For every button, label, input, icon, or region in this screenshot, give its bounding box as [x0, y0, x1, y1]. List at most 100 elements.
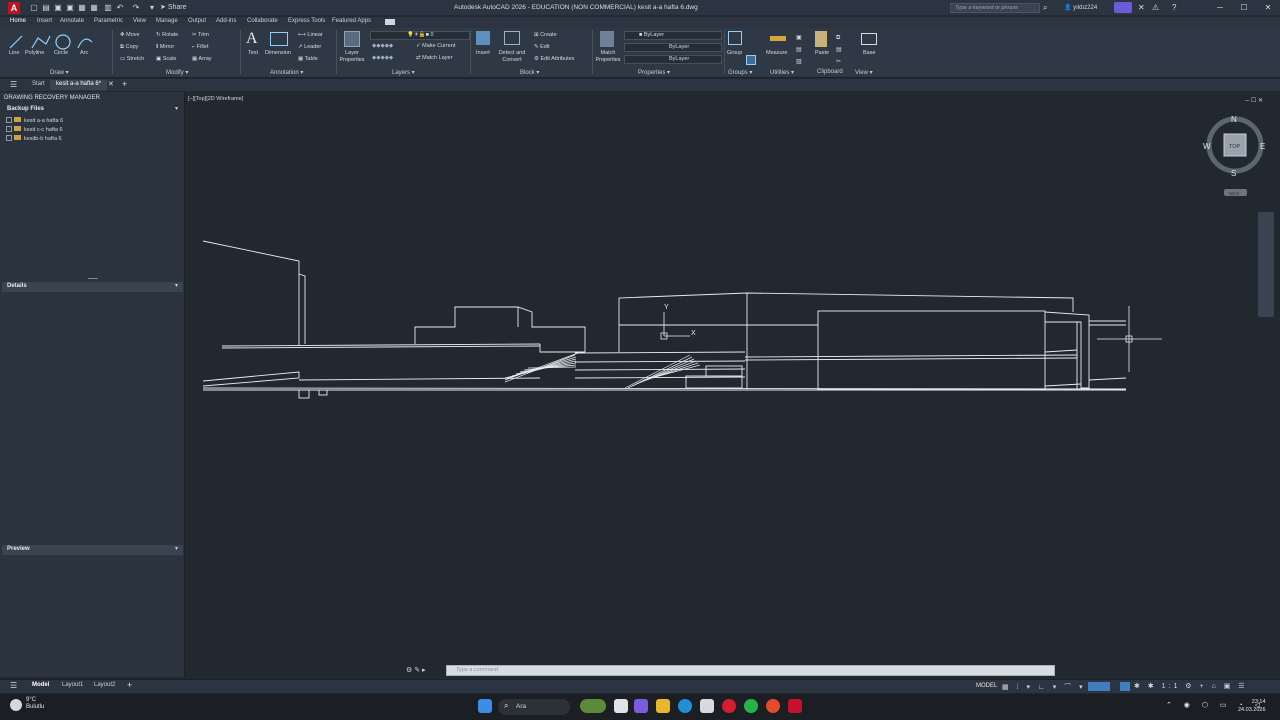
group-button[interactable]: Group [727, 50, 742, 56]
share-button[interactable]: ➤ Share [160, 3, 187, 11]
leader-button[interactable]: ↗ Leader [298, 44, 321, 50]
viewcube-east[interactable]: E [1260, 142, 1265, 151]
line-button[interactable]: Line [9, 50, 19, 56]
layer-tools-row-2[interactable]: ◆◆◆◆◆ [372, 55, 393, 61]
tab-view[interactable]: View [133, 18, 146, 24]
backup-files-header[interactable]: Backup Files ▾ [2, 105, 183, 115]
help-search-input[interactable]: Type a keyword or phrase [950, 3, 1040, 13]
tab-annotate[interactable]: Annotate [60, 18, 84, 24]
rotate-button[interactable]: ↻ Rotate [156, 32, 178, 38]
utilities-small-icons[interactable]: ▣ ▤ ▥ [796, 32, 802, 68]
trim-button[interactable]: ✂ Trim [192, 32, 209, 38]
stay-connected-icon[interactable]: ⚠ [1152, 3, 1159, 12]
tab-start[interactable]: Start [26, 80, 51, 90]
splitter-handle[interactable] [88, 278, 98, 279]
backup-file-item[interactable]: kesit a-a hafta 6 [6, 117, 63, 124]
autodesk-assistant-icon[interactable] [1114, 2, 1132, 13]
layer-properties-button[interactable]: Layer Properties [338, 50, 366, 64]
autocad-taskbar-icon[interactable] [788, 699, 802, 713]
drawing-canvas[interactable]: Y X N S E W TOP WCS ─ ☐ ✕ [186, 92, 1280, 677]
tab-active-drawing[interactable]: kesit a-a hafta 6* [50, 80, 108, 90]
tab-collaborate[interactable]: Collaborate [247, 18, 278, 24]
text-button[interactable]: Text [248, 50, 258, 56]
tab-output[interactable]: Output [188, 18, 206, 24]
viewcube-west[interactable]: W [1203, 142, 1211, 151]
layers-panel-title[interactable]: Layers ▾ [392, 69, 415, 76]
viewcube-top-face[interactable]: TOP [1229, 144, 1241, 150]
opera-icon[interactable] [722, 699, 736, 713]
tab-model[interactable]: Model [32, 682, 49, 688]
insert-button[interactable]: Insert [476, 50, 490, 56]
undo-icon[interactable]: ↶ [116, 3, 124, 12]
plot-icon[interactable]: ▥ [104, 3, 112, 12]
detect-convert-button[interactable]: Detect and Convert [497, 50, 527, 64]
command-line-tools[interactable]: ⚙ ✎ ▸ [406, 666, 426, 674]
tab-layout1[interactable]: Layout1 [62, 682, 83, 688]
save-web-icon[interactable]: ▦ [90, 3, 98, 12]
open-file-icon[interactable]: ▤ [42, 3, 50, 12]
backup-file-item[interactable]: kesit c-c hafta 6 [6, 126, 63, 133]
tab-manage[interactable]: Manage [156, 18, 178, 24]
snap-mode-toggles[interactable] [1088, 682, 1110, 691]
view-panel-title[interactable]: View ▾ [855, 69, 873, 76]
viewport-window-controls[interactable]: ─ ☐ ✕ [1244, 97, 1263, 104]
tab-featured-apps[interactable]: Featured Apps [332, 18, 371, 24]
taskbar-search[interactable]: Ara [498, 699, 570, 715]
tab-layout2[interactable]: Layout2 [94, 682, 115, 688]
autocad-logo-icon[interactable]: A [8, 2, 20, 14]
group-icon[interactable] [728, 31, 742, 45]
clipboard-panel-title[interactable]: Clipboard [817, 69, 843, 75]
tab-addins[interactable]: Add-ins [216, 18, 236, 24]
stretch-button[interactable]: ▭ Stretch [120, 56, 144, 62]
store-icon[interactable] [700, 699, 714, 713]
polyline-button[interactable]: Polyline [25, 50, 44, 56]
new-tab-icon[interactable]: + [122, 79, 127, 89]
measure-icon[interactable] [770, 36, 786, 41]
linetype-dropdown[interactable]: ByLayer [624, 43, 722, 52]
weather-widget[interactable]: 9°C Bulutlu [26, 697, 44, 711]
status-tools[interactable]: ✱ ✱ 1:1 ⚙ + ⌂ ▣ ☰ [1134, 682, 1248, 690]
new-file-icon[interactable]: ▢ [30, 3, 38, 12]
tab-parametric[interactable]: Parametric [94, 18, 123, 24]
color-dropdown[interactable]: ■ ByLayer [624, 31, 722, 40]
match-properties-button[interactable]: Match Properties [594, 50, 622, 64]
circle-button[interactable]: Circle [54, 50, 68, 56]
tab-home[interactable]: Home [10, 18, 26, 24]
edit-attributes-button[interactable]: ⚙ Edit Attributes [534, 56, 574, 62]
insert-icon[interactable] [476, 31, 490, 45]
details-header[interactable]: Details ▾ [2, 282, 183, 292]
weather-icon[interactable] [10, 699, 22, 711]
ribbon-toggle-icon[interactable] [385, 19, 395, 25]
file-explorer-icon[interactable] [656, 699, 670, 713]
text-icon[interactable]: A [246, 30, 258, 48]
edit-block-button[interactable]: ✎ Edit [534, 44, 550, 50]
edge-icon[interactable] [678, 699, 692, 713]
close-tab-icon[interactable]: ✕ [108, 80, 114, 88]
annotation-scale-toggle[interactable] [1120, 682, 1130, 691]
dimension-icon[interactable] [270, 32, 288, 46]
draw-tools-icon[interactable] [8, 32, 98, 52]
open-web-icon[interactable]: ▦ [78, 3, 86, 12]
match-layer-button[interactable]: ⇄ Match Layer [416, 55, 452, 61]
backup-file-item[interactable]: kesitb-b hafta 6 [6, 135, 62, 142]
save-as-icon[interactable]: ▣ [66, 3, 74, 12]
customize-qat-icon[interactable]: ▾ [148, 3, 156, 12]
dimension-button[interactable]: Dimension [265, 50, 291, 56]
lineweight-dropdown[interactable]: ByLayer [624, 55, 722, 64]
command-input[interactable]: Type a command [456, 667, 498, 673]
drafting-toggles[interactable]: ▦ ⁞ ▾ ∟ ▾ ⌒ ▾ ⊾ [1002, 682, 1099, 692]
start-icon[interactable] [478, 699, 492, 713]
tab-insert[interactable]: Insert [37, 18, 52, 24]
move-button[interactable]: ✥ Move [120, 32, 140, 38]
properties-panel-title[interactable]: Properties ▾ [638, 69, 670, 76]
chrome-icon[interactable] [766, 699, 780, 713]
make-current-button[interactable]: ✓ Make Current [416, 43, 455, 49]
widgets-icon[interactable] [580, 699, 606, 713]
minimize-button[interactable]: ─ [1210, 2, 1230, 14]
taskbar-clock[interactable]: 23:14 24.03.2026 [1238, 698, 1266, 714]
help-icon[interactable]: ? [1172, 3, 1176, 12]
paste-icon[interactable] [815, 31, 827, 47]
whatsapp-icon[interactable] [744, 699, 758, 713]
save-icon[interactable]: ▣ [54, 3, 62, 12]
viewport-controls-label[interactable]: [−][Top][2D Wireframe] [188, 96, 243, 102]
